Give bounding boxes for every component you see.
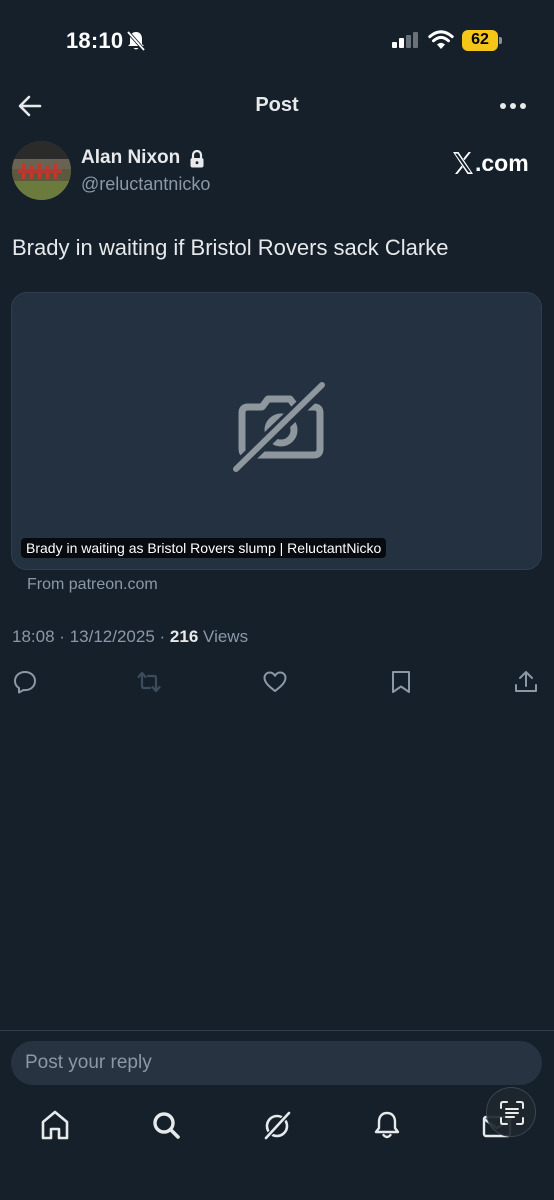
meta-separator: ·	[159, 627, 166, 646]
avatar[interactable]	[12, 141, 71, 200]
post-screen: 18:10 62 Post Alan Nixon @reluctantnicko…	[0, 0, 554, 1200]
repost-icon[interactable]	[136, 669, 162, 695]
divider	[0, 1030, 554, 1031]
scan-text-icon	[500, 1101, 524, 1125]
battery-level: 62	[471, 31, 489, 48]
card-source[interactable]: From patreon.com	[27, 576, 158, 594]
post-date: 13/12/2025	[69, 627, 155, 646]
status-time: 18:10	[66, 28, 124, 53]
reply-input[interactable]	[25, 1041, 525, 1085]
like-icon[interactable]	[262, 669, 288, 695]
grok-icon[interactable]	[261, 1108, 293, 1142]
author-name[interactable]: Alan Nixon	[81, 147, 180, 169]
x-com-logo: .com	[452, 148, 529, 178]
meta-separator: ·	[59, 627, 65, 646]
page-title: Post	[255, 94, 299, 116]
x-logo-icon	[453, 152, 473, 174]
views-count[interactable]: 216	[170, 627, 198, 646]
post-time: 18:08	[12, 627, 55, 646]
reply-icon[interactable]	[12, 669, 38, 695]
wifi-icon	[428, 30, 454, 49]
bell-off-icon	[126, 30, 146, 52]
link-card[interactable]: Brady in waiting as Bristol Rovers slump…	[11, 292, 542, 570]
card-caption: Brady in waiting as Bristol Rovers slump…	[21, 538, 387, 558]
bookmark-icon[interactable]	[388, 669, 414, 695]
status-bar: 18:10 62	[0, 0, 554, 80]
lock-icon	[190, 150, 204, 168]
reply-box[interactable]	[11, 1041, 542, 1085]
image-unavailable-icon	[232, 379, 328, 479]
top-nav: Post	[0, 80, 554, 132]
search-icon[interactable]	[150, 1108, 182, 1142]
author-handle[interactable]: @reluctantnicko	[81, 174, 210, 195]
battery-icon: 62	[462, 30, 502, 51]
share-icon[interactable]	[513, 669, 539, 695]
scan-text-button[interactable]	[486, 1087, 536, 1137]
post-text: Brady in waiting if Bristol Rovers sack …	[12, 235, 449, 260]
home-icon[interactable]	[39, 1108, 71, 1142]
signal-icon	[392, 32, 418, 48]
views-label: Views	[203, 627, 249, 646]
notifications-icon[interactable]	[371, 1108, 403, 1142]
logo-text: .com	[475, 149, 529, 176]
post-meta: 18:08 · 13/12/2025 · 216 Views	[12, 627, 248, 647]
more-horizontal-icon[interactable]	[498, 92, 528, 120]
